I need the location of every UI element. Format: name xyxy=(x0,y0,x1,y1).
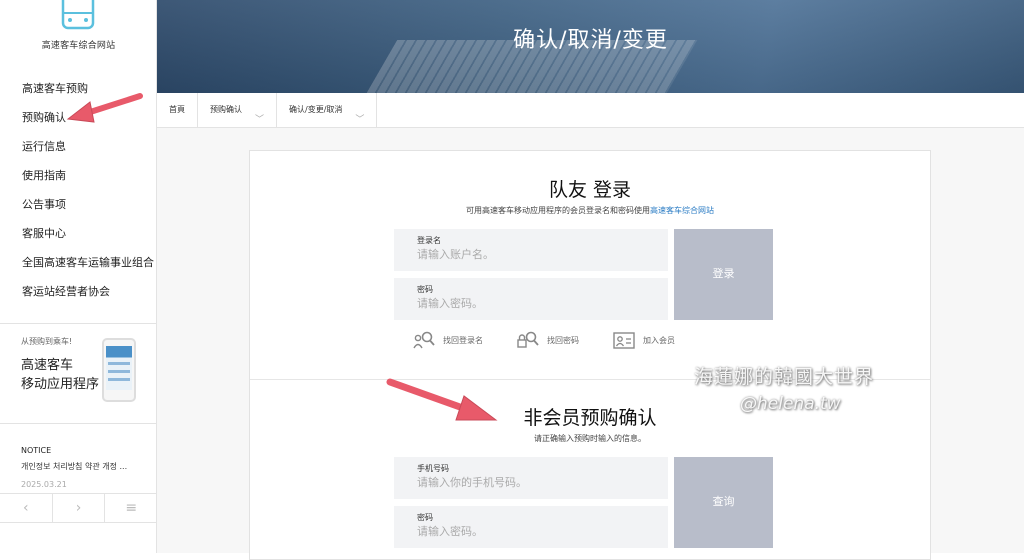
site-link[interactable]: 高速客车综合网站 xyxy=(650,206,714,215)
query-button[interactable]: 查询 xyxy=(674,457,773,548)
nav-item-terminal[interactable]: 客运站经营者协会 xyxy=(22,283,154,312)
watermark: 海蓮娜的韓國大世界 xyxy=(694,366,875,388)
promo-title-line1: 高速客车 xyxy=(21,358,74,373)
breadcrumb-home[interactable]: 首頁 xyxy=(157,93,198,127)
username-field[interactable]: 登录名 xyxy=(394,229,668,271)
phone-input[interactable] xyxy=(417,476,657,489)
member-login-subtitle-text: 可用高速客车移动应用程序的会员登录名和密码使用 xyxy=(466,206,650,215)
breadcrumb-level2-label: 确认/变更/取消 xyxy=(289,105,343,114)
hero-banner: 确认/取消/变更 xyxy=(157,0,1024,93)
prev-button[interactable]: ‹ xyxy=(0,494,53,522)
guest-password-label: 密码 xyxy=(417,513,433,522)
phone-label: 手机号码 xyxy=(417,464,449,473)
sidebar: 高速客车综合网站 高速客车预购 预购确认 运行信息 使用指南 公告事项 客服中心… xyxy=(0,0,157,553)
phone-field[interactable]: 手机号码 xyxy=(394,457,668,499)
next-button[interactable]: › xyxy=(53,494,106,522)
username-input[interactable] xyxy=(417,248,657,261)
annotation-arrow xyxy=(386,378,498,421)
annotation-arrow xyxy=(66,93,143,123)
notice-date: 2025.03.21 xyxy=(21,480,67,489)
nav-item-notice[interactable]: 公告事项 xyxy=(22,196,154,225)
nav-item-support[interactable]: 客服中心 xyxy=(22,225,154,254)
notice-title: NOTICE xyxy=(21,446,52,455)
promo-title-line2: 移动应用程序 xyxy=(21,377,100,392)
guest-check-subtitle: 请正确输入预购时输入的信息。 xyxy=(534,434,646,443)
user-search-icon xyxy=(413,331,435,349)
username-label: 登录名 xyxy=(417,236,441,245)
password-label: 密码 xyxy=(417,285,433,294)
guest-password-field[interactable]: 密码 xyxy=(394,506,668,548)
login-button[interactable]: 登录 xyxy=(674,229,773,320)
page-title: 确认/取消/变更 xyxy=(513,28,668,53)
guest-password-input[interactable] xyxy=(417,525,657,538)
nav-item-schedule[interactable]: 运行信息 xyxy=(22,138,154,167)
notice-item[interactable]: 개인정보 처리방침 약관 개정 ... xyxy=(21,461,127,472)
breadcrumb-level1[interactable]: 预购确认 ﹀ xyxy=(198,93,277,127)
member-login-title: 队友 登录 xyxy=(548,179,632,201)
find-id-link[interactable]: 找回登录名 xyxy=(413,331,483,349)
nav-item-guide[interactable]: 使用指南 xyxy=(22,167,154,196)
app-promo[interactable]: 从预购到乘车! 高速客车 移动应用程序 xyxy=(0,323,157,424)
nav-item-association[interactable]: 全国高速客车运输事业组合 xyxy=(22,254,154,283)
lock-search-icon xyxy=(517,331,539,348)
notice-panel: NOTICE 개인정보 처리방침 약관 개정 ... 2025.03.21 xyxy=(21,446,127,489)
find-password-link[interactable]: 找回密码 xyxy=(517,331,579,349)
site-name: 高速客车综合网站 xyxy=(41,41,116,51)
phone-image xyxy=(102,338,136,402)
password-input[interactable] xyxy=(417,297,657,310)
id-card-icon xyxy=(613,332,635,349)
account-links: 找回登录名 找回密码 加入会员 xyxy=(413,331,709,349)
breadcrumb: 首頁 预购确认 ﹀ 确认/变更/取消 ﹀ xyxy=(157,93,1024,128)
breadcrumb-level1-label: 预购确认 xyxy=(210,105,242,114)
watermark-handle: @helena.tw xyxy=(740,394,841,414)
password-field[interactable]: 密码 xyxy=(394,278,668,320)
notice-pager: ‹ › ≡ xyxy=(0,493,157,523)
find-password-label: 找回密码 xyxy=(547,335,579,345)
login-card: 队友 登录 可用高速客车移动应用程序的会员登录名和密码使用高速客车综合网站 登录… xyxy=(249,150,931,560)
bus-icon xyxy=(61,0,95,30)
site-logo[interactable]: 高速客车综合网站 xyxy=(0,0,157,60)
join-link[interactable]: 加入会员 xyxy=(613,331,675,349)
breadcrumb-level2[interactable]: 确认/变更/取消 ﹀ xyxy=(277,93,378,127)
find-id-label: 找回登录名 xyxy=(443,335,483,345)
join-label: 加入会员 xyxy=(643,335,675,345)
promo-tagline: 从预购到乘车! xyxy=(21,337,73,346)
member-login-subtitle: 可用高速客车移动应用程序的会员登录名和密码使用高速客车综合网站 xyxy=(250,205,930,216)
menu-button[interactable]: ≡ xyxy=(105,494,157,522)
